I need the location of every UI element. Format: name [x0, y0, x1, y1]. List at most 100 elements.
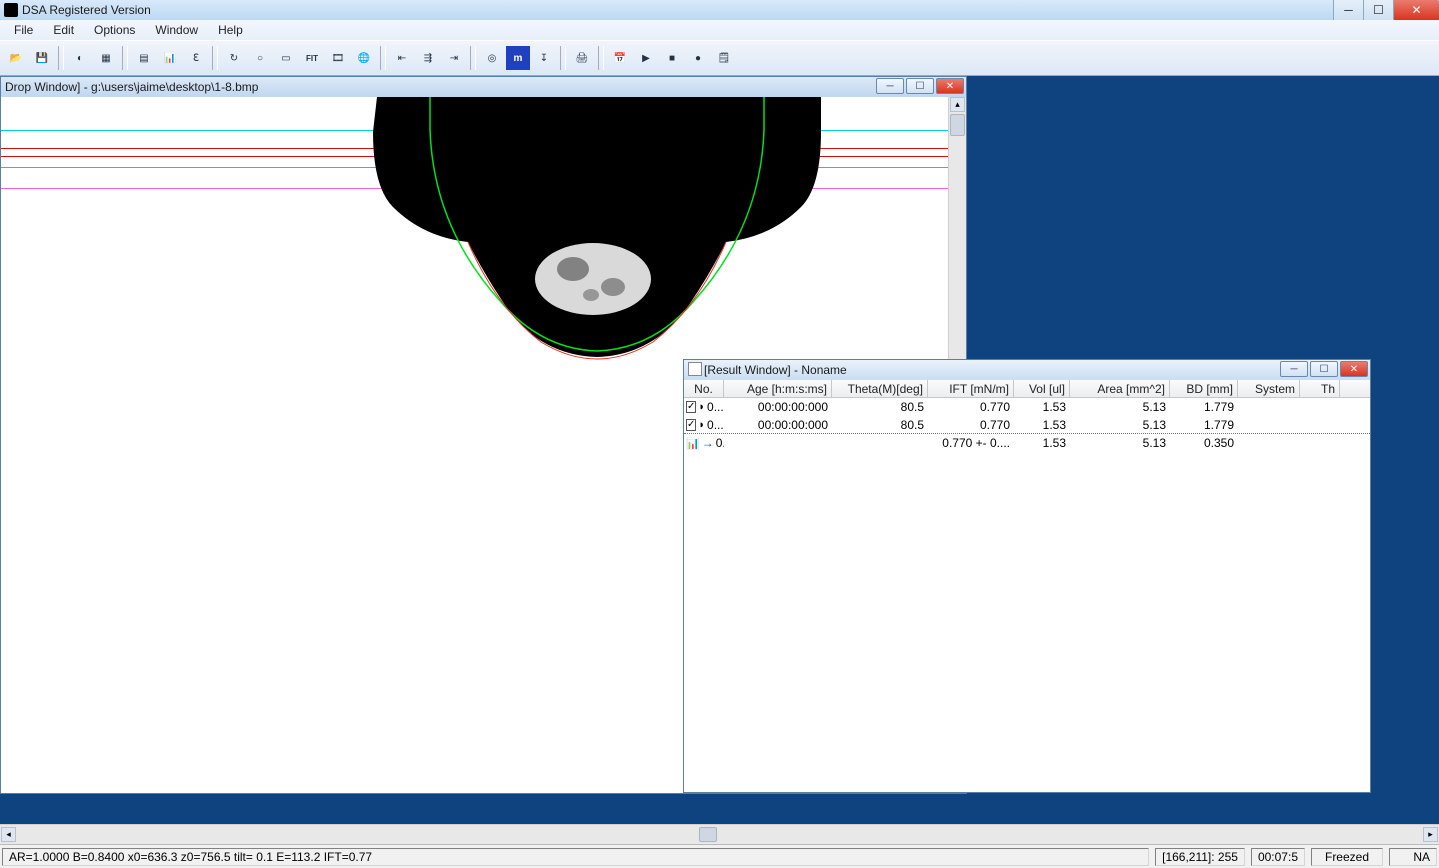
status-time: 00:07:5	[1251, 848, 1305, 866]
cell: 5.13	[1070, 436, 1170, 450]
arrow-icon: →	[702, 436, 714, 450]
status-na: NA	[1389, 848, 1437, 866]
icon-grid[interactable]: ▤	[132, 46, 156, 70]
maximize-button[interactable]: ☐	[1363, 0, 1393, 20]
col-area-mm-2-[interactable]: Area [mm^2]	[1070, 380, 1170, 397]
drop-max-button[interactable]: ☐	[906, 78, 934, 94]
icon-calc[interactable]: 🗒	[712, 46, 736, 70]
app-title: DSA Registered Version	[22, 3, 151, 17]
cell-no: 0...	[707, 418, 724, 432]
cell: 0.770	[928, 400, 1014, 414]
cell: 1.53	[1014, 400, 1070, 414]
icon-epsilon[interactable]: ℇ	[184, 46, 208, 70]
cell: 📊→0...	[684, 436, 724, 450]
cell: 1.53	[1014, 436, 1070, 450]
icon-pipette[interactable]: ↧	[532, 46, 556, 70]
scroll-up-icon[interactable]: ▴	[950, 97, 965, 112]
col-ift-mn-m-[interactable]: IFT [mN/m]	[928, 380, 1014, 397]
toolbar-separator	[560, 46, 566, 70]
col-no-[interactable]: No.	[684, 380, 724, 397]
cell: 1.779	[1170, 400, 1238, 414]
icon-play[interactable]: ▶	[634, 46, 658, 70]
col-bd-mm-[interactable]: BD [mm]	[1170, 380, 1238, 397]
result-close-button[interactable]: ✕	[1340, 361, 1368, 377]
menu-window[interactable]: Window	[147, 21, 206, 39]
result-window: [Result Window] - Noname ─ ☐ ✕ No.Age [h…	[683, 359, 1371, 793]
scroll-left-icon[interactable]: ◂	[1, 827, 16, 842]
icon-circ[interactable]: ○	[248, 46, 272, 70]
table-row[interactable]: ✓◗0...00:00:00:00080.50.7701.535.131.779	[684, 398, 1370, 416]
drop-window-title[interactable]: Drop Window] - g:\users\jaime\desktop\1-…	[1, 77, 966, 97]
drop-window-title-text: Drop Window] - g:\users\jaime\desktop\1-…	[5, 80, 258, 94]
icon-target[interactable]: ◎	[480, 46, 504, 70]
icon-drop[interactable]: ◐	[68, 46, 92, 70]
icon-open[interactable]: 📂	[4, 46, 28, 70]
row-checkbox[interactable]: ✓	[686, 401, 696, 413]
cell: 5.13	[1070, 400, 1170, 414]
table-row[interactable]: 📊→0...0.770 +- 0....1.535.130.350	[684, 434, 1370, 452]
titlebar: DSA Registered Version ─ ☐ ✕	[0, 0, 1439, 20]
col-theta-m-deg-[interactable]: Theta(M)[deg]	[832, 380, 928, 397]
cell: 00:00:00:000	[724, 418, 832, 432]
icon-right[interactable]: ⇥	[442, 46, 466, 70]
scroll-thumb[interactable]	[950, 114, 965, 136]
icon-m[interactable]: m	[506, 46, 530, 70]
icon-burst[interactable]: ⇶	[416, 46, 440, 70]
icon-chart[interactable]: 📊	[158, 46, 182, 70]
icon-refresh[interactable]: ↻	[222, 46, 246, 70]
menubar: File Edit Options Window Help	[0, 20, 1439, 40]
cell: 0.770	[928, 418, 1014, 432]
toolbar-separator	[58, 46, 64, 70]
toolbar-separator	[470, 46, 476, 70]
menu-edit[interactable]: Edit	[45, 21, 82, 39]
menu-help[interactable]: Help	[210, 21, 251, 39]
icon-left[interactable]: ⇤	[390, 46, 414, 70]
statusbar: AR=1.0000 B=0.8400 x0=636.3 z0=756.5 til…	[0, 844, 1439, 868]
result-max-button[interactable]: ☐	[1310, 361, 1338, 377]
status-fit: AR=1.0000 B=0.8400 x0=636.3 z0=756.5 til…	[2, 848, 1149, 866]
icon-cal[interactable]: 📅	[608, 46, 632, 70]
drop-close-button[interactable]: ✕	[936, 78, 964, 94]
col-th[interactable]: Th	[1300, 380, 1340, 397]
result-window-icon	[688, 362, 702, 376]
icon-save[interactable]: 💾	[30, 46, 54, 70]
icon-stop[interactable]: ■	[660, 46, 684, 70]
workspace-scrollbar-horizontal[interactable]: ◂ ▸	[0, 824, 1439, 844]
cell: 00:00:00:000	[724, 400, 832, 414]
icon-film[interactable]: 🎞	[326, 46, 350, 70]
table-row[interactable]: ✓◗0...00:00:00:00080.50.7701.535.131.779	[684, 416, 1370, 434]
icon-print[interactable]: 🖨	[570, 46, 594, 70]
result-window-title[interactable]: [Result Window] - Noname ─ ☐ ✕	[684, 360, 1370, 380]
close-button[interactable]: ✕	[1393, 0, 1439, 20]
cell-no: 0...	[716, 436, 724, 450]
col-system[interactable]: System	[1238, 380, 1300, 397]
status-state: Freezed	[1311, 848, 1383, 866]
mdi-area: Drop Window] - g:\users\jaime\desktop\1-…	[0, 76, 1036, 824]
icon-fit[interactable]: FIT	[300, 46, 324, 70]
menu-options[interactable]: Options	[86, 21, 143, 39]
cell: 1.53	[1014, 418, 1070, 432]
cell: 5.13	[1070, 418, 1170, 432]
toolbar-separator	[380, 46, 386, 70]
cell-no: 0...	[707, 400, 724, 414]
drop-min-button[interactable]: ─	[876, 78, 904, 94]
scroll-right-icon[interactable]: ▸	[1423, 827, 1438, 842]
scroll-thumb-h[interactable]	[699, 827, 717, 842]
col-age-h-m-s-ms-[interactable]: Age [h:m:s:ms]	[724, 380, 832, 397]
icon-globe[interactable]: 🌐	[352, 46, 376, 70]
row-checkbox[interactable]: ✓	[686, 419, 696, 431]
toolbar-separator	[598, 46, 604, 70]
toolbar: 📂💾 ◐▦ ▤📊ℇ ↻○▭FIT🎞🌐 ⇤⇶⇥ ◎m↧ 🖨 📅▶■●🗒	[0, 40, 1439, 76]
icon-rec[interactable]: ●	[686, 46, 710, 70]
window-buttons: ─ ☐ ✕	[1333, 0, 1439, 20]
icon-rect[interactable]: ▭	[274, 46, 298, 70]
col-vol-ul-[interactable]: Vol [ul]	[1014, 380, 1070, 397]
result-table-body: ✓◗0...00:00:00:00080.50.7701.535.131.779…	[684, 398, 1370, 792]
icon-table[interactable]: ▦	[94, 46, 118, 70]
menu-file[interactable]: File	[6, 21, 41, 39]
minimize-button[interactable]: ─	[1333, 0, 1363, 20]
app-icon	[4, 3, 18, 17]
result-table-header: No.Age [h:m:s:ms]Theta(M)[deg]IFT [mN/m]…	[684, 380, 1370, 398]
result-min-button[interactable]: ─	[1280, 361, 1308, 377]
cell: 80.5	[832, 400, 928, 414]
